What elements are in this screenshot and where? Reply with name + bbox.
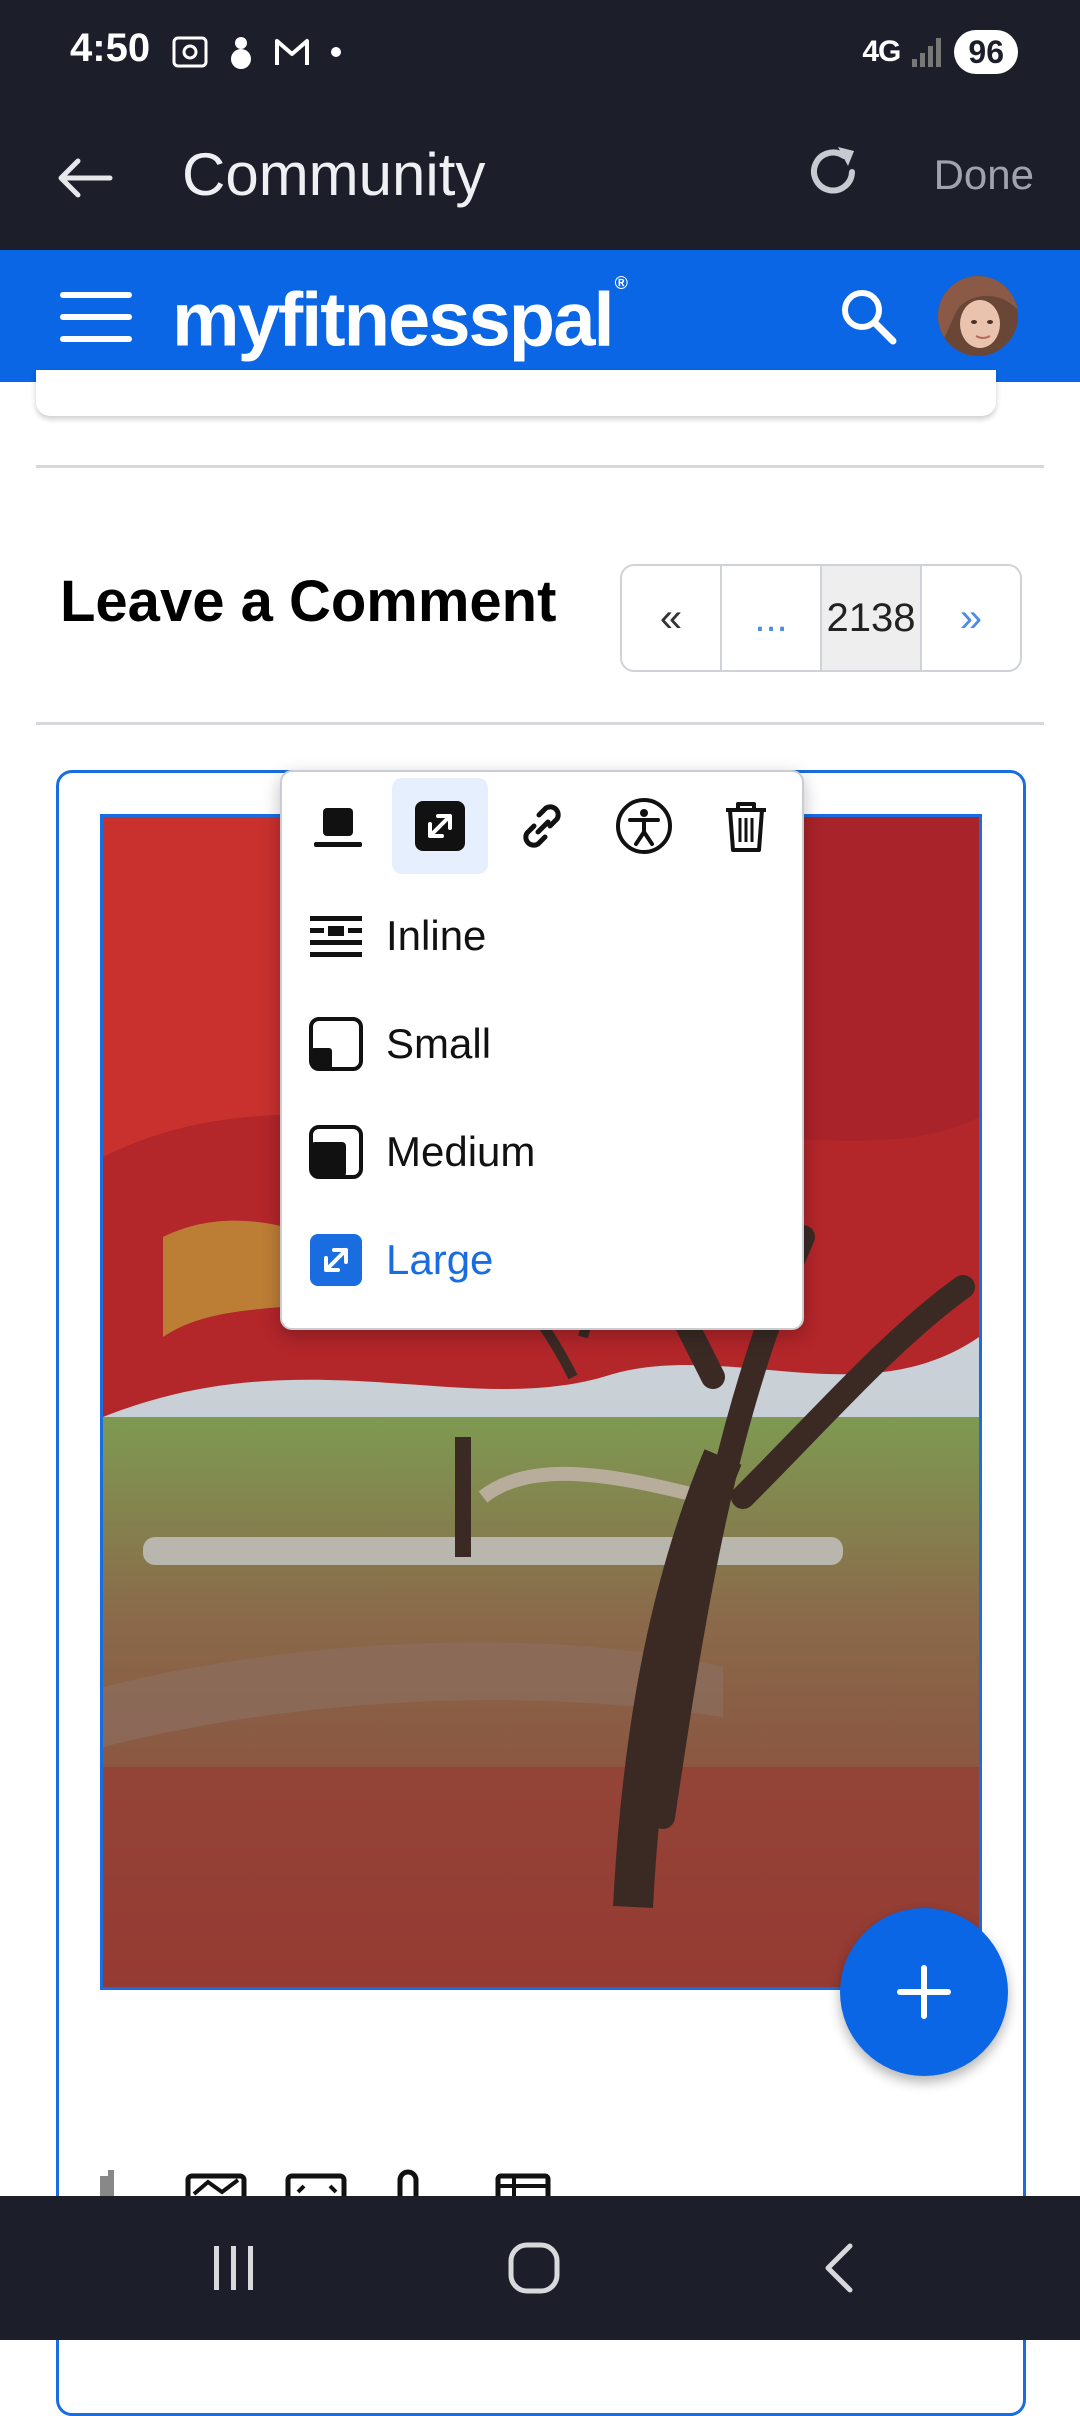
status-time: 4:50 bbox=[70, 26, 151, 70]
status-right: 4G 96 bbox=[862, 30, 1018, 74]
small-label: Small bbox=[386, 1020, 492, 1067]
pagination-ellipsis[interactable]: ... bbox=[722, 566, 822, 670]
app-bar: Community Done bbox=[0, 105, 1080, 250]
inline-label: Inline bbox=[386, 912, 487, 959]
resize-icon bbox=[415, 801, 465, 851]
size-option-inline[interactable]: Inline bbox=[282, 882, 802, 990]
editor-toolbar bbox=[100, 2169, 551, 2196]
divider bbox=[36, 722, 1044, 725]
avatar[interactable] bbox=[938, 276, 1018, 356]
image-icon[interactable] bbox=[185, 2173, 247, 2196]
size-option-large[interactable]: Large bbox=[282, 1206, 802, 1314]
plus-icon bbox=[897, 1965, 951, 2019]
size-option-medium[interactable]: Medium bbox=[282, 1098, 802, 1206]
pagination: « ... 2138 » bbox=[620, 564, 1022, 672]
signal-icon bbox=[912, 38, 942, 67]
link-icon bbox=[523, 804, 561, 848]
accessibility-button[interactable] bbox=[596, 778, 692, 874]
back-icon[interactable] bbox=[812, 2240, 868, 2296]
paragraph-icon[interactable] bbox=[100, 2170, 114, 2196]
resize-button[interactable] bbox=[392, 778, 488, 874]
accessibility-icon bbox=[616, 798, 672, 854]
image-toolbar bbox=[282, 772, 802, 882]
home-icon[interactable] bbox=[506, 2240, 562, 2296]
previous-comment-card bbox=[36, 370, 996, 416]
table-icon[interactable] bbox=[495, 2173, 551, 2196]
medium-label: Medium bbox=[386, 1128, 536, 1175]
align-block-icon bbox=[314, 808, 362, 847]
done-button[interactable]: Done bbox=[934, 143, 1034, 207]
large-size-icon bbox=[310, 1234, 362, 1286]
back-arrow-icon[interactable] bbox=[52, 145, 118, 211]
link-button[interactable] bbox=[494, 778, 590, 874]
trash-icon bbox=[726, 802, 766, 852]
gmail-icon bbox=[275, 39, 309, 65]
small-size-icon bbox=[309, 1017, 363, 1071]
add-fab[interactable] bbox=[840, 1908, 1008, 2076]
status-bar: 4:50 4G 96 bbox=[0, 0, 1080, 105]
embed-icon[interactable] bbox=[285, 2173, 347, 2196]
align-block-button[interactable] bbox=[290, 778, 386, 874]
current-page[interactable]: 2138 bbox=[822, 566, 922, 670]
leave-comment-heading: Leave a Comment bbox=[60, 569, 557, 634]
menu-icon[interactable] bbox=[58, 288, 134, 346]
size-option-small[interactable]: Small bbox=[282, 990, 802, 1098]
snowman-icon bbox=[231, 37, 251, 69]
logo-text: myfitnesspal bbox=[172, 277, 615, 363]
large-label: Large bbox=[386, 1236, 494, 1283]
recent-apps-icon[interactable] bbox=[206, 2240, 262, 2296]
battery-level: 96 bbox=[954, 30, 1018, 74]
page-title: Community bbox=[182, 141, 486, 208]
search-icon[interactable] bbox=[838, 286, 898, 346]
notification-icons bbox=[170, 30, 346, 74]
first-page-button[interactable]: « bbox=[622, 566, 722, 670]
brand-bar: myfitnesspal ® bbox=[0, 250, 1080, 382]
network-type: 4G bbox=[862, 35, 901, 68]
inline-icon bbox=[310, 916, 362, 957]
attachment-icon[interactable] bbox=[397, 2169, 419, 2196]
divider bbox=[36, 465, 1044, 468]
system-navigation-bar bbox=[0, 2196, 1080, 2340]
refresh-icon[interactable] bbox=[800, 139, 866, 205]
image-options-popover: Inline Small Medium Large bbox=[280, 770, 804, 1330]
delete-image-button[interactable] bbox=[698, 778, 794, 874]
avatar-photo bbox=[938, 276, 1018, 356]
next-page-button[interactable]: » bbox=[922, 566, 1020, 670]
dot-icon bbox=[331, 47, 341, 57]
screenshot-icon bbox=[172, 36, 208, 68]
registered-mark: ® bbox=[614, 273, 628, 293]
medium-size-icon bbox=[309, 1125, 363, 1179]
myfitnesspal-logo[interactable]: myfitnesspal ® bbox=[172, 268, 628, 365]
